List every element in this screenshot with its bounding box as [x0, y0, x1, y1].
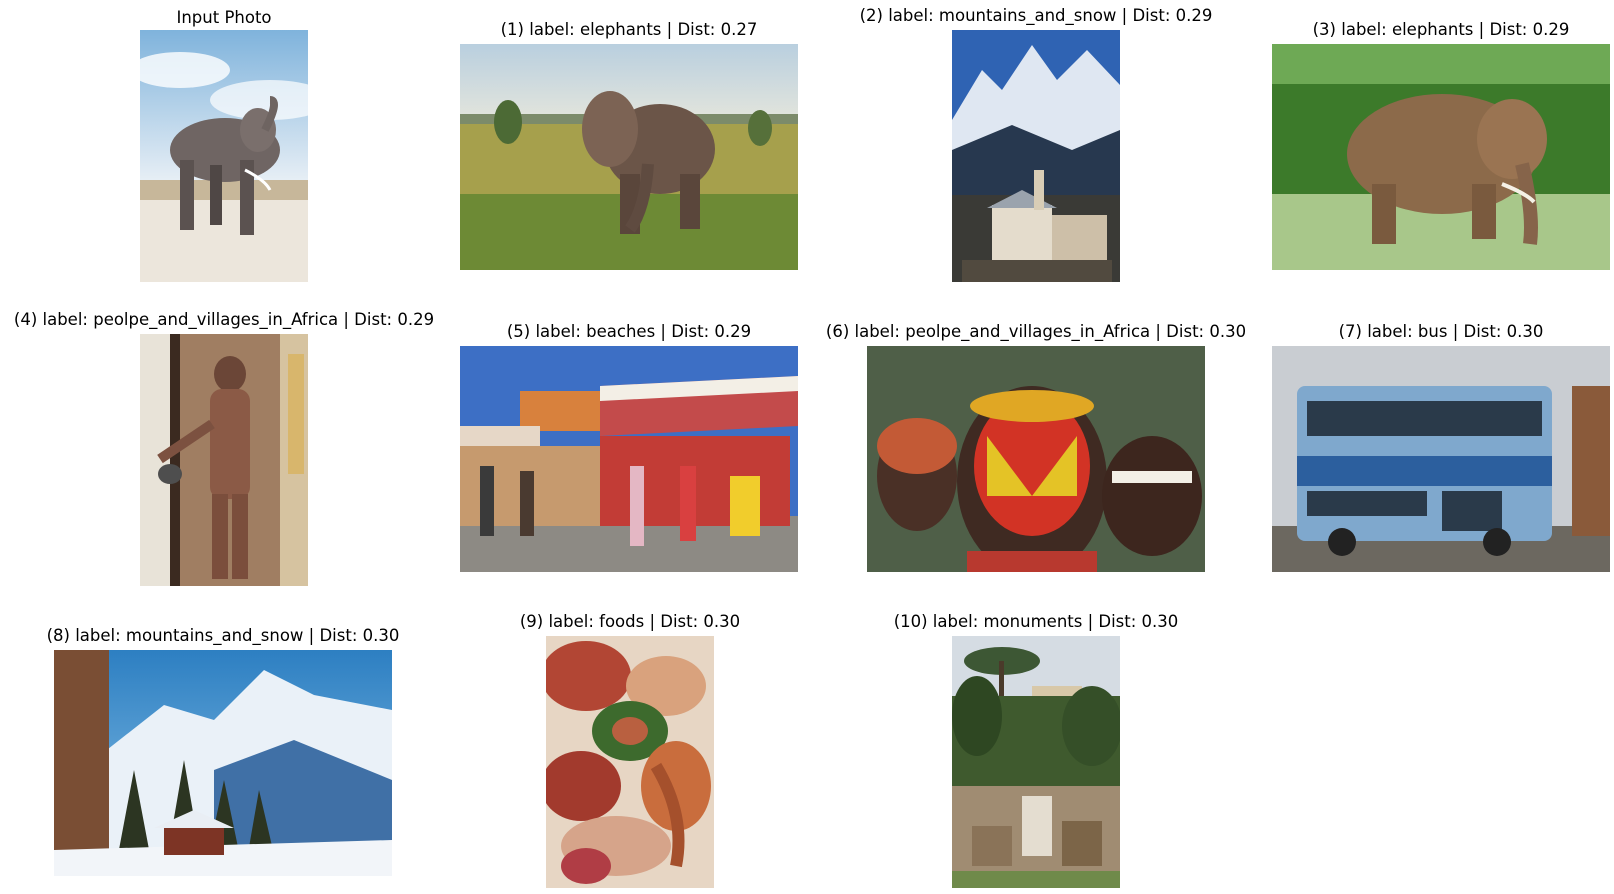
- result-panel-10: (10) label: monuments | Dist: 0.30: [894, 612, 1178, 888]
- result-panel-5: (5) label: beaches | Dist: 0.29: [460, 322, 798, 572]
- result-image-8: [54, 650, 392, 876]
- result-image-9: [546, 636, 714, 888]
- result-title-10: (10) label: monuments | Dist: 0.30: [893, 612, 1179, 631]
- result-panel-8: (8) label: mountains_and_snow | Dist: 0.…: [47, 626, 399, 876]
- result-image-6: [867, 346, 1205, 572]
- result-image-4: [140, 334, 308, 586]
- result-panel-2: (2) label: mountains_and_snow | Dist: 0.…: [860, 6, 1212, 282]
- result-panel-9: (9) label: foods | Dist: 0.30: [520, 612, 740, 888]
- input-photo-panel: Input Photo: [140, 8, 308, 282]
- result-image-10: [952, 636, 1120, 888]
- result-title-3: (3) label: elephants | Dist: 0.29: [1312, 20, 1570, 39]
- result-image-3: [1272, 44, 1610, 270]
- result-image-2: [952, 30, 1120, 282]
- result-title-7: (7) label: bus | Dist: 0.30: [1338, 322, 1544, 341]
- result-panel-7: (7) label: bus | Dist: 0.30: [1272, 322, 1610, 572]
- result-panel-3: (3) label: elephants | Dist: 0.29: [1272, 20, 1610, 270]
- result-panel-1: (1) label: elephants | Dist: 0.27: [460, 20, 798, 270]
- result-panel-6: (6) label: peolpe_and_villages_in_Africa…: [826, 322, 1246, 572]
- result-image-7: [1272, 346, 1610, 572]
- input-photo-image: [140, 30, 308, 282]
- result-image-5: [460, 346, 798, 572]
- result-panel-4: (4) label: peolpe_and_villages_in_Africa…: [14, 310, 434, 586]
- result-image-1: [460, 44, 798, 270]
